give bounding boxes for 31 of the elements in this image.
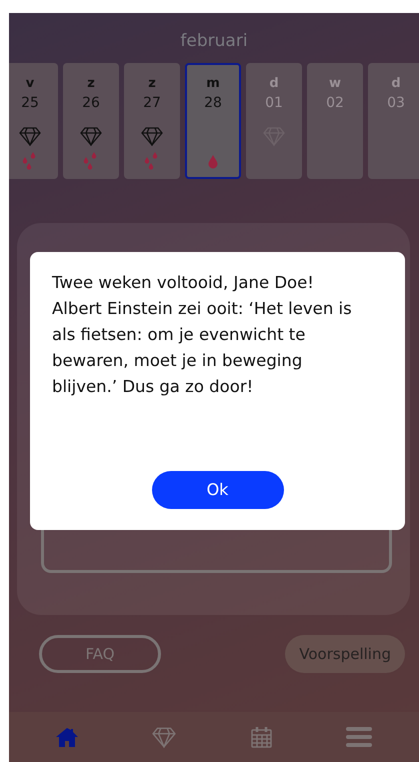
ok-button[interactable]: Ok — [152, 471, 284, 509]
weekday-label: d — [269, 75, 279, 93]
forecast-button[interactable]: Voorspelling — [285, 635, 405, 673]
day-card[interactable]: d 03 — [368, 63, 419, 179]
weekday-label: w — [328, 75, 341, 93]
day-card[interactable]: v 25 — [9, 63, 58, 179]
home-icon[interactable] — [56, 727, 78, 747]
drop-icon — [207, 153, 219, 171]
day-card[interactable]: m 28 — [185, 63, 241, 179]
day-card[interactable]: z 26 — [63, 63, 119, 179]
calendar-icon[interactable] — [250, 726, 272, 748]
faq-button[interactable]: FAQ — [39, 635, 161, 673]
weekday-label: d — [391, 75, 401, 93]
date-label: 25 — [21, 94, 39, 113]
date-label: 02 — [326, 94, 344, 113]
weekday-label: v — [26, 75, 34, 93]
month-title: februari — [179, 30, 249, 53]
date-label: 01 — [265, 94, 283, 113]
diamond-icon[interactable] — [152, 726, 176, 748]
date-label: 26 — [82, 94, 100, 113]
date-label: 03 — [387, 94, 405, 113]
weekday-label: z — [148, 75, 156, 93]
day-card[interactable]: w 02 — [307, 63, 363, 179]
menu-icon[interactable] — [346, 726, 372, 748]
day-card[interactable]: d 01 — [246, 63, 302, 179]
date-label: 28 — [204, 94, 222, 113]
weekday-label: z — [87, 75, 95, 93]
date-label: 27 — [143, 94, 161, 113]
day-card[interactable]: z 27 — [124, 63, 180, 179]
dialog-message: Twee weken voltooid, Jane Doe! Albert Einstein zei ooit: ‘Het leven is als fietsen: om je evenwicht te bewaren, moet je in beweging blijven.’ Dus ga zo door! — [52, 272, 353, 398]
weekday-label: m — [206, 75, 220, 93]
